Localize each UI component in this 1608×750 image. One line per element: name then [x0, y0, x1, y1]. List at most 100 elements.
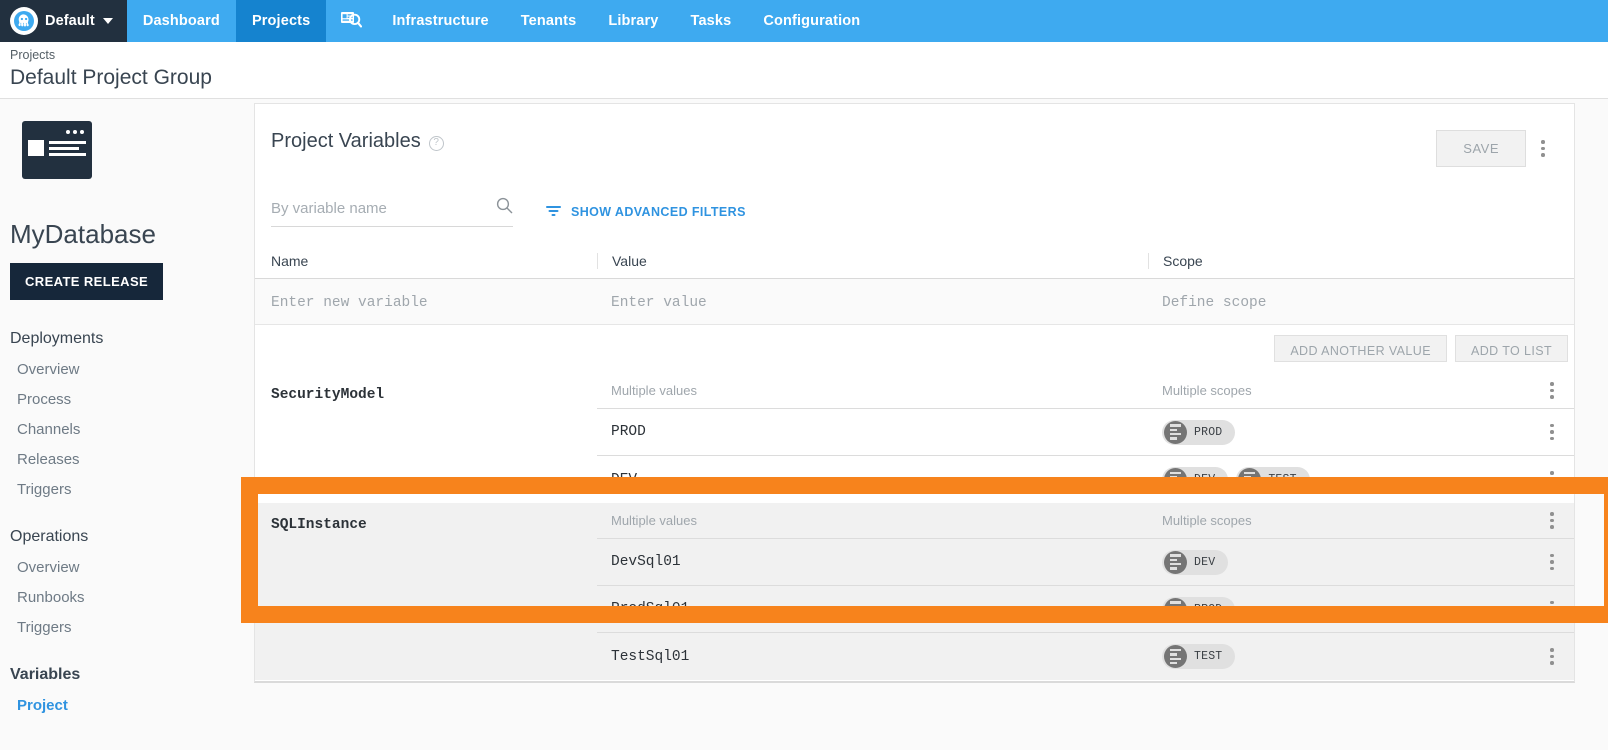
nav-item-dashboard[interactable]: Dashboard: [127, 0, 236, 42]
chevron-down-icon: [102, 18, 113, 24]
create-release-button[interactable]: CREATE RELEASE: [10, 263, 164, 300]
environment-icon: [1164, 420, 1187, 444]
variable-value[interactable]: DEV: [597, 472, 1148, 488]
nav-label: Tasks: [690, 13, 732, 29]
variable-scopes: DEV TEST: [1148, 467, 1530, 492]
breadcrumb[interactable]: Projects: [10, 47, 1608, 64]
sidebar-item-process[interactable]: Process: [17, 391, 254, 408]
variable-value[interactable]: DevSql01: [597, 554, 1148, 570]
main-panel: Project Variables ? SAVE By variable nam…: [254, 99, 1608, 750]
filter-icon: [545, 203, 562, 221]
variable-group-summary-row: Multiple values Multiple scopes: [597, 373, 1574, 409]
search-input[interactable]: [271, 199, 471, 217]
card-header: Project Variables ? SAVE: [255, 104, 1574, 167]
card-title: Project Variables: [271, 130, 421, 152]
nav-item-search[interactable]: [326, 0, 376, 42]
row-overflow-menu-icon[interactable]: [1541, 467, 1563, 493]
sidebar-item-channels[interactable]: Channels: [17, 421, 254, 438]
new-variable-name-placeholder[interactable]: Enter new variable: [271, 295, 428, 311]
row-overflow-menu-icon[interactable]: [1541, 596, 1563, 622]
scope-chip[interactable]: DEV: [1162, 549, 1229, 575]
table-row[interactable]: DEV DEV TEST: [597, 456, 1574, 503]
variable-value[interactable]: PROD: [597, 424, 1148, 440]
row-overflow-menu-icon[interactable]: [1541, 549, 1563, 575]
sidebar-group-deployments: Deployments: [10, 330, 104, 347]
nav-label: Dashboard: [142, 13, 220, 29]
sidebar-group-operations: Operations: [10, 528, 89, 545]
environment-icon: [1164, 645, 1187, 668]
variable-value[interactable]: ProdSql01: [597, 601, 1148, 617]
table-row[interactable]: TestSql01 TEST: [597, 633, 1574, 680]
nav-item-library[interactable]: Library: [592, 0, 674, 42]
help-circle-icon[interactable]: ?: [428, 135, 444, 151]
space-name-label: Default: [45, 13, 95, 29]
row-overflow-menu-icon[interactable]: [1541, 419, 1563, 445]
space-switcher[interactable]: Default: [0, 0, 127, 42]
new-variable-scope-placeholder[interactable]: Define scope: [1162, 295, 1266, 311]
table-row[interactable]: DevSql01 DEV: [597, 539, 1574, 586]
column-header-name: Name: [271, 253, 309, 269]
environment-icon: [1238, 468, 1262, 491]
sidebar-item-deployments-overview[interactable]: Overview: [17, 361, 254, 378]
variable-group-securitymodel: SecurityModel Multiple values Multiple s…: [255, 373, 1574, 503]
row-overflow-menu-icon[interactable]: [1541, 508, 1563, 534]
nav-label: Configuration: [763, 13, 861, 29]
variable-name[interactable]: SQLInstance: [255, 503, 597, 680]
scope-chip[interactable]: DEV: [1162, 467, 1229, 492]
page-title: Default Project Group: [10, 66, 212, 89]
row-overflow-menu-icon[interactable]: [1541, 644, 1563, 670]
nav-label: Projects: [251, 13, 311, 29]
table-row[interactable]: PROD PROD: [597, 409, 1574, 456]
search-box[interactable]: [271, 197, 513, 227]
show-advanced-filters-label: SHOW ADVANCED FILTERS: [571, 205, 746, 219]
sidebar-item-operations-triggers[interactable]: Triggers: [17, 619, 254, 636]
values-summary: Multiple values: [611, 513, 697, 528]
content-area: MyDatabase CREATE RELEASE Deployments Ov…: [0, 99, 1608, 750]
sidebar-item-project-variables[interactable]: Project: [17, 697, 254, 714]
show-advanced-filters-button[interactable]: SHOW ADVANCED FILTERS: [545, 203, 746, 227]
sidebar-item-deployments-triggers[interactable]: Triggers: [17, 481, 254, 498]
variable-scopes: PROD: [1148, 596, 1530, 622]
scopes-summary: Multiple scopes: [1162, 383, 1252, 398]
add-buttons-row: ADD ANOTHER VALUE ADD TO LIST: [255, 325, 1574, 373]
scope-chip[interactable]: PROD: [1162, 419, 1236, 445]
nav-label: Library: [608, 13, 659, 29]
nav-label: Infrastructure: [392, 13, 489, 29]
table-row[interactable]: ProdSql01 PROD: [597, 586, 1574, 633]
scope-chip[interactable]: TEST: [1162, 644, 1236, 669]
variables-table: Name Value Scope Enter new variable Ente…: [255, 253, 1574, 680]
scope-chip[interactable]: PROD: [1162, 596, 1236, 622]
column-header-scope: Scope: [1148, 253, 1574, 269]
add-another-value-button[interactable]: ADD ANOTHER VALUE: [1274, 335, 1447, 362]
row-overflow-menu-icon[interactable]: [1541, 378, 1563, 404]
nav-item-tasks[interactable]: Tasks: [675, 0, 748, 42]
variable-group-summary-row: Multiple values Multiple scopes: [597, 503, 1574, 539]
sidebar-item-operations-overview[interactable]: Overview: [17, 559, 254, 576]
sidebar-item-runbooks[interactable]: Runbooks: [17, 589, 254, 606]
page-header: Projects Default Project Group: [0, 42, 1608, 99]
table-header-row: Name Value Scope: [255, 253, 1574, 279]
project-sidebar: MyDatabase CREATE RELEASE Deployments Ov…: [0, 99, 254, 750]
variable-name[interactable]: SecurityModel: [255, 373, 597, 503]
search-icon[interactable]: [496, 197, 513, 219]
environment-icon: [1164, 468, 1187, 491]
variable-group-sqlinstance: SQLInstance Multiple values Multiple sco…: [255, 503, 1574, 680]
top-navbar: Default Dashboard Projects Infrastructur…: [0, 0, 1608, 42]
project-variables-card: Project Variables ? SAVE By variable nam…: [254, 103, 1575, 683]
environment-icon: [1164, 597, 1187, 621]
new-variable-row[interactable]: Enter new variable Enter value Define sc…: [255, 279, 1574, 325]
nav-item-tenants[interactable]: Tenants: [505, 0, 593, 42]
add-to-list-button[interactable]: ADD TO LIST: [1454, 335, 1568, 362]
new-variable-value-placeholder[interactable]: Enter value: [611, 295, 707, 311]
nav-item-infrastructure[interactable]: Infrastructure: [376, 0, 504, 42]
nav-item-projects[interactable]: Projects: [235, 0, 327, 42]
variable-value[interactable]: TestSql01: [597, 649, 1148, 665]
variable-scopes: DEV: [1148, 549, 1530, 575]
save-button[interactable]: SAVE: [1436, 130, 1526, 167]
nav-item-configuration[interactable]: Configuration: [747, 0, 876, 42]
sidebar-item-releases[interactable]: Releases: [17, 451, 254, 468]
card-overflow-menu-icon[interactable]: [1532, 136, 1554, 162]
filter-row: SHOW ADVANCED FILTERS: [255, 167, 1574, 227]
scopes-summary: Multiple scopes: [1162, 513, 1252, 528]
scope-chip[interactable]: TEST: [1236, 467, 1310, 492]
